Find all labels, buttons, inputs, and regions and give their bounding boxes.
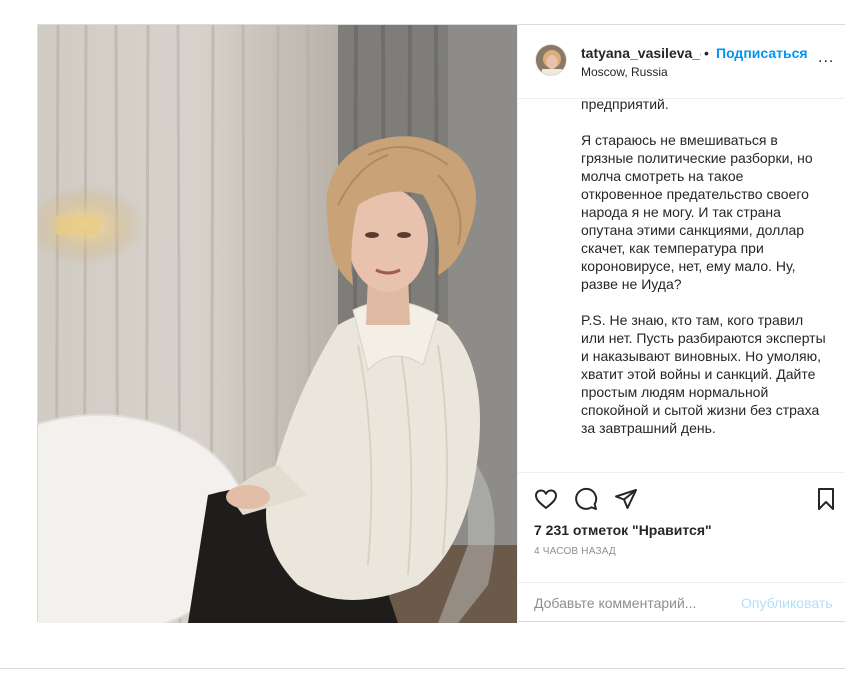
comment-icon[interactable] — [574, 487, 598, 511]
avatar-image — [536, 45, 566, 75]
follow-button[interactable]: Подписаться — [716, 45, 808, 61]
username-link[interactable]: tatyana_vasileva_of — [581, 45, 701, 61]
likes-count[interactable]: 7 231 отметок "Нравится" — [534, 522, 712, 538]
caption-paragraph: предприятий. — [581, 99, 669, 112]
caption-paragraph: P.S. Не знаю, кто там, кого травил или н… — [581, 312, 826, 436]
post-caption: предприятий. Я стараюсь не вмешиваться в… — [581, 99, 826, 455]
heart-icon[interactable] — [534, 487, 558, 511]
post-photo-illustration — [38, 25, 517, 623]
post-card: tatyana_vasileva_of • Подписаться Moscow… — [37, 24, 845, 623]
avatar[interactable] — [535, 44, 567, 76]
comment-input[interactable] — [534, 591, 724, 615]
post-sidebar: tatyana_vasileva_of • Подписаться Moscow… — [517, 25, 845, 623]
separator-dot: • — [704, 45, 709, 61]
comment-bar: Опубликовать — [518, 582, 845, 624]
more-options-icon[interactable]: ... — [818, 50, 836, 67]
page-divider — [0, 668, 845, 669]
publish-button[interactable]: Опубликовать — [741, 595, 833, 611]
share-icon[interactable] — [614, 487, 638, 511]
post-photo[interactable] — [38, 25, 517, 623]
bookmark-icon[interactable] — [814, 487, 838, 511]
caption-paragraph: Я стараюсь не вмешиваться в грязные поли… — [581, 132, 813, 292]
caption-scroll-area[interactable]: предприятий. Я стараюсь не вмешиваться в… — [518, 99, 845, 472]
post-header: tatyana_vasileva_of • Подписаться Moscow… — [518, 25, 845, 99]
actions-section: 7 231 отметок "Нравится" 4 часов назад О… — [518, 472, 845, 623]
post-timestamp[interactable]: 4 часов назад — [534, 546, 616, 557]
location-link[interactable]: Moscow, Russia — [581, 65, 668, 79]
